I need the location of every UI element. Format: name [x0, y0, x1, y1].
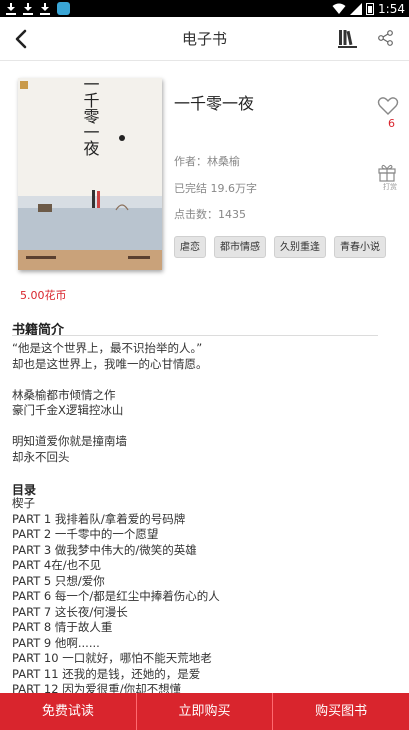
tag-item[interactable]: 青春小说	[334, 236, 386, 258]
book-title: 一千零一夜	[174, 94, 255, 113]
free-trial-button[interactable]: 免费试读	[0, 693, 137, 730]
tag-item[interactable]: 久别重逢	[274, 236, 326, 258]
toc-item[interactable]: PART 10 一口就好，哪怕不能天荒地老	[12, 651, 402, 667]
cover-title-text: 一千零一夜	[81, 78, 100, 156]
signal-icon	[350, 2, 363, 15]
toc-item[interactable]: PART 5 只想/爱你	[12, 574, 402, 590]
buy-now-button[interactable]: 立即购买	[137, 693, 274, 730]
download-icon	[40, 2, 52, 15]
toc-item[interactable]: PART 7 这长夜/何漫长	[12, 605, 402, 621]
toc-item[interactable]: 楔子	[12, 496, 402, 512]
book-author: 作者：林桑榆	[174, 155, 240, 168]
status-bar: 1:54	[0, 0, 409, 17]
tag-list: 虐恋 都市情感 久别重逢 青春小说	[174, 236, 386, 258]
download-icon	[23, 2, 35, 15]
toc-item[interactable]: PART 2 一千零中的一个愿望	[12, 527, 402, 543]
toc-item[interactable]: PART 4在/也不见	[12, 558, 402, 574]
cover-art: 一千零一夜	[18, 78, 162, 270]
status-time: 1:54	[378, 1, 405, 16]
bookshelf-icon[interactable]	[337, 27, 359, 49]
book-price: 5.00花币	[20, 289, 67, 302]
book-cover-image[interactable]: 一千零一夜	[18, 78, 162, 270]
share-icon[interactable]	[377, 29, 395, 47]
toc-item[interactable]: PART 8 情于故人重	[12, 620, 402, 636]
app-notification-icon	[57, 2, 70, 15]
app-header: 电子书	[0, 17, 409, 61]
system-icons: 1:54	[332, 0, 405, 17]
toc-item[interactable]: PART 1 我排着队/拿着爱的号码牌	[12, 512, 402, 528]
toc-item[interactable]: PART 6 每一个/都是红尘中捧着伤心的人	[12, 589, 402, 605]
divider	[12, 335, 378, 336]
battery-icon	[366, 2, 375, 15]
toc-item[interactable]: PART 11 还我的是钱，还她的，是爱	[12, 667, 402, 683]
gift-label: 打赏	[383, 183, 397, 191]
download-icon	[6, 2, 18, 15]
toc-item[interactable]: PART 9 他啊......	[12, 636, 402, 652]
click-count: 点击数：1435	[174, 208, 246, 221]
gift-icon[interactable]	[377, 162, 397, 182]
like-count: 6	[388, 117, 395, 130]
toc-list: 楔子 PART 1 我排着队/拿着爱的号码牌 PART 2 一千零中的一个愿望 …	[12, 496, 402, 698]
toc-item[interactable]: PART 3 做我梦中伟大的/微笑的英雄	[12, 543, 402, 559]
book-status: 已完结 19.6万字	[174, 182, 257, 195]
wifi-icon	[332, 3, 346, 14]
notification-icons	[6, 0, 70, 17]
bottom-action-bar: 免费试读 立即购买 购买图书	[0, 693, 409, 730]
intro-text: “他是这个世界上，最不识抬举的人。” 却也是这世界上，我唯一的心甘情愿。 林桑榆…	[12, 341, 208, 464]
heart-icon[interactable]	[377, 96, 399, 116]
tag-item[interactable]: 虐恋	[174, 236, 206, 258]
buy-book-button[interactable]: 购买图书	[273, 693, 409, 730]
tag-item[interactable]: 都市情感	[214, 236, 266, 258]
